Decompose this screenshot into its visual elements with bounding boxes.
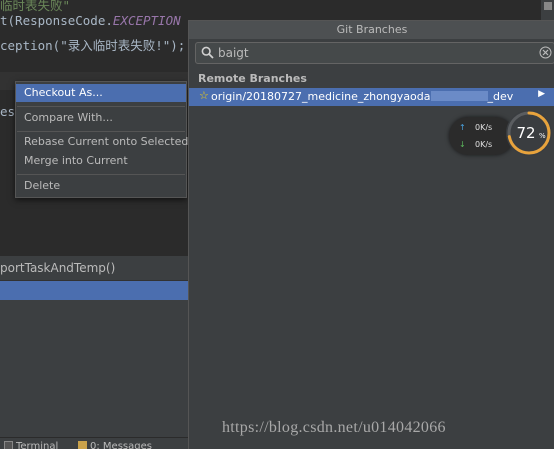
submenu-arrow-icon: ▶ (538, 89, 545, 99)
memory-percent-value: 72 (516, 124, 535, 142)
code-line-1: 临时表失败" (0, 0, 71, 13)
menu-compare-with[interactable]: Compare With... (16, 109, 186, 127)
branch-context-menu: Checkout As... Compare With... Rebase Cu… (15, 81, 188, 198)
git-branches-popup: Git Branches Remote Branches ☆ origin/20… (188, 20, 554, 449)
menu-rebase-current[interactable]: Rebase Current onto Selected (16, 133, 188, 151)
code-line-2: t(ResponseCode.EXCEPTION (0, 13, 181, 28)
download-arrow-icon: ↓ (459, 140, 466, 149)
memory-percent-unit: % (539, 132, 546, 140)
network-monitor-widget: ↑ 0K/s ↓ 0K/s 72 % (449, 110, 554, 157)
memory-gauge: 72 % (506, 110, 552, 156)
structure-method[interactable]: portTaskAndTemp() (0, 261, 115, 275)
structure-panel: portTaskAndTemp() (0, 255, 188, 439)
bottom-tool-bar: Terminal 0: Messages (0, 437, 188, 449)
branch-name: origin/20180727_medicine_zhongyaoda _dev (211, 90, 514, 103)
code-line-3: ception("录入临时表失败!"); (0, 38, 186, 53)
favorite-star-icon[interactable]: ☆ (199, 89, 209, 102)
clear-search-icon[interactable] (539, 46, 552, 59)
upload-arrow-icon: ↑ (459, 123, 466, 132)
remote-branches-header: Remote Branches (198, 72, 307, 85)
menu-separator (17, 106, 185, 107)
search-icon (201, 46, 214, 59)
popup-title: Git Branches (189, 21, 554, 39)
branch-search-input[interactable] (218, 43, 518, 63)
upload-speed: ↑ 0K/s (459, 123, 493, 132)
download-speed: ↓ 0K/s (459, 140, 493, 149)
watermark: https://blog.csdn.net/u014042066 (222, 419, 446, 436)
maven-icon[interactable] (544, 2, 552, 10)
redacted-region (430, 91, 488, 101)
branch-row[interactable]: ☆ origin/20180727_medicine_zhongyaoda _de… (189, 88, 554, 106)
structure-selected-row[interactable] (0, 281, 188, 300)
branch-search-box[interactable] (195, 42, 554, 64)
structure-header: portTaskAndTemp() (0, 256, 188, 281)
menu-separator (17, 174, 185, 175)
menu-merge-into-current[interactable]: Merge into Current (16, 152, 186, 170)
menu-checkout-as[interactable]: Checkout As... (16, 84, 186, 102)
menu-delete[interactable]: Delete (16, 177, 186, 195)
menu-separator (17, 131, 185, 132)
